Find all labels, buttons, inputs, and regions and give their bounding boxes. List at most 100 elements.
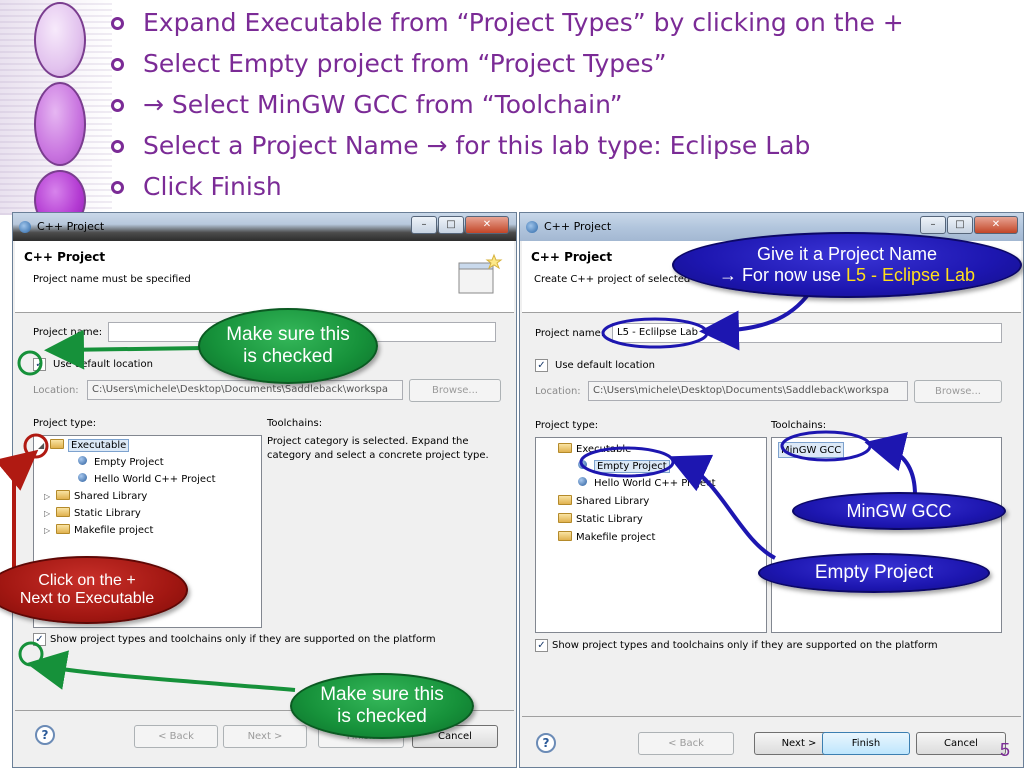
close-button[interactable]: ✕ (974, 216, 1018, 234)
wizard-message: Create C++ project of selected (534, 274, 691, 285)
back-button[interactable]: < Back (638, 732, 734, 755)
tree-item-label: Hello World C++ Project (94, 474, 216, 485)
tree-item-shared-library[interactable]: Shared Library (558, 494, 649, 510)
callout-check-show-supported: Make sure this is checked (290, 673, 474, 739)
wizard-title: C++ Project (531, 250, 613, 264)
show-supported-checkbox[interactable]: ✓ (33, 633, 46, 646)
callout-text: Click on the + (38, 571, 136, 589)
tree-item-label: Makefile project (576, 532, 656, 543)
instruction-text: Select Empty project from “Project Types… (143, 49, 667, 78)
project-type-label: Project type: (535, 420, 599, 431)
help-icon[interactable]: ? (35, 725, 55, 745)
bullet-icon (111, 181, 124, 194)
wizard-message: Project name must be specified (33, 274, 191, 285)
project-name-input[interactable]: L5 - Eclilpse Lab (612, 323, 1002, 343)
folder-icon (56, 490, 70, 500)
tree-item-label: Static Library (74, 508, 141, 519)
next-button[interactable]: Next > (223, 725, 307, 748)
maximize-button[interactable]: □ (947, 216, 973, 234)
wizard-title: C++ Project (24, 250, 106, 264)
use-default-location-checkbox[interactable]: ✓ (33, 358, 46, 371)
bullet-icon (111, 140, 124, 153)
tree-item-label: Empty Project (594, 460, 670, 473)
show-supported-label: Show project types and toolchains only i… (50, 634, 436, 645)
expand-arrow-icon[interactable]: ▷ (44, 506, 56, 522)
callout-text: Next to Executable (19, 590, 155, 607)
location-input[interactable]: C:\Users\michele\Desktop\Documents\Saddl… (87, 380, 403, 400)
tree-item-executable[interactable]: ◢ Executable (38, 438, 130, 454)
folder-icon (56, 524, 70, 534)
minimize-button[interactable]: – (920, 216, 946, 234)
tree-item-shared-library[interactable]: ▷ Shared Library (44, 489, 147, 505)
tree-item-static-library[interactable]: Static Library (558, 512, 643, 528)
expand-arrow-icon[interactable]: ▷ (44, 523, 56, 539)
decorative-oval-top (34, 2, 86, 78)
callout-text: Make sure this (320, 684, 444, 706)
cancel-button[interactable]: Cancel (916, 732, 1006, 755)
wizard-header: C++ Project Project name must be specifi… (15, 241, 514, 313)
callout-text: MinGW GCC (846, 500, 952, 521)
instruction-text: → Select MinGW GCC from “Toolchain” (143, 90, 623, 119)
location-input[interactable]: C:\Users\michele\Desktop\Documents\Saddl… (588, 381, 908, 401)
instruction-text: Expand Executable from “Project Types” b… (143, 8, 904, 37)
use-default-location-checkbox[interactable]: ✓ (535, 359, 548, 372)
instruction-text: Click Finish (143, 172, 282, 201)
tree-item-static-library[interactable]: ▷ Static Library (44, 506, 141, 522)
right-dialog-window: C++ Project – □ ✕ C++ Project Create C++… (519, 212, 1024, 768)
folder-open-icon (50, 439, 64, 449)
callout-text: Give it a Project Name (756, 244, 938, 265)
callout-highlight-text: L5 - Eclipse Lab (845, 265, 976, 285)
tree-item-makefile-project[interactable]: Makefile project (558, 530, 655, 546)
help-icon[interactable]: ? (536, 733, 556, 753)
project-template-icon (578, 460, 587, 469)
show-supported-checkbox[interactable]: ✓ (535, 639, 548, 652)
tree-item-empty-project[interactable]: Empty Project (78, 455, 164, 471)
collapse-arrow-icon[interactable]: ◢ (38, 438, 50, 454)
tree-item-hello-world[interactable]: Hello World C++ Project (78, 472, 216, 488)
browse-button[interactable]: Browse... (409, 379, 501, 402)
callout-text: is checked (337, 706, 427, 727)
show-supported-label: Show project types and toolchains only i… (552, 640, 938, 651)
callout-text-line: → For now use L5 - Eclipse Lab (719, 265, 975, 286)
eclipse-icon (19, 221, 31, 233)
use-default-location-label: Use default location (555, 360, 655, 371)
project-type-tree[interactable]: Executable Empty Project Hello World C++… (535, 437, 767, 633)
location-label: Location: (535, 386, 581, 397)
toolchain-item-mingw[interactable]: MinGW GCC (778, 442, 845, 458)
tree-item-executable[interactable]: Executable (558, 442, 631, 458)
toolchains-label: Toolchains: (771, 420, 827, 431)
toolchains-label: Toolchains: (267, 418, 323, 429)
instruction-item: Click Finish (108, 166, 1008, 207)
bullet-icon (111, 99, 124, 112)
window-title: C++ Project (544, 220, 612, 233)
callout-check-default-location: Make sure this is checked (198, 308, 378, 384)
project-template-icon (578, 477, 587, 486)
minimize-button[interactable]: – (411, 216, 437, 234)
tree-item-hello-world[interactable]: Hello World C++ Project (578, 476, 716, 492)
use-default-location-label: Use default location (53, 359, 153, 370)
maximize-button[interactable]: □ (438, 216, 464, 234)
instruction-list: Expand Executable from “Project Types” b… (108, 2, 1008, 207)
finish-button[interactable]: Finish (822, 732, 910, 755)
callout-project-name: Give it a Project Name → For now use L5 … (672, 232, 1022, 298)
close-button[interactable]: ✕ (465, 216, 509, 234)
bullet-icon (111, 58, 124, 71)
browse-button[interactable]: Browse... (914, 380, 1002, 403)
tree-item-empty-project[interactable]: Empty Project (578, 459, 670, 475)
instruction-item: Select Empty project from “Project Types… (108, 43, 1008, 84)
location-label: Location: (33, 385, 79, 396)
callout-text: → For now use (718, 265, 846, 285)
back-button[interactable]: < Back (134, 725, 218, 748)
eclipse-icon (526, 221, 538, 233)
toolchain-list[interactable]: MinGW GCC (771, 437, 1002, 633)
callout-text: Make sure this (226, 324, 350, 346)
expand-arrow-icon[interactable]: ▷ (44, 489, 56, 505)
tree-item-label: Executable (576, 444, 632, 455)
project-name-label: Project name: (33, 327, 103, 338)
tree-item-label: Static Library (576, 514, 643, 525)
instruction-item: Expand Executable from “Project Types” b… (108, 2, 1008, 43)
tree-item-label: Executable (68, 439, 130, 452)
window-title: C++ Project (37, 220, 105, 233)
window-titlebar[interactable]: C++ Project – □ ✕ (13, 213, 516, 241)
tree-item-makefile-project[interactable]: ▷ Makefile project (44, 523, 153, 539)
